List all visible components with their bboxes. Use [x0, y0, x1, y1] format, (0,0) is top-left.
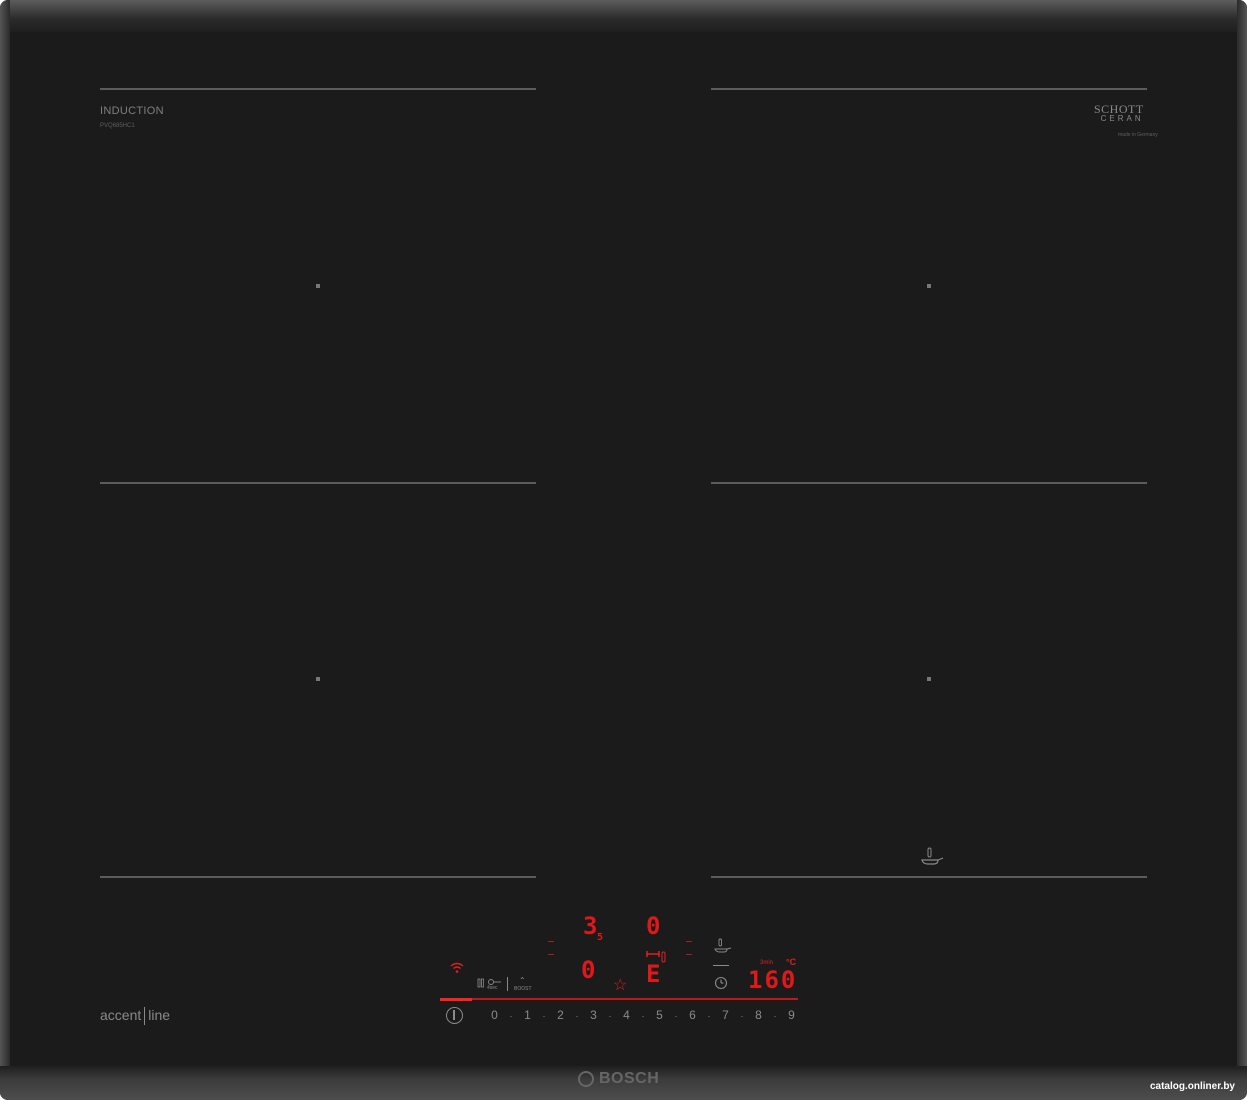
zone-select-right[interactable] — [686, 941, 692, 955]
power-level-0[interactable]: 0 — [484, 1008, 505, 1022]
frame-top — [0, 0, 1247, 32]
zone-display-bottom-left: 0 — [581, 956, 596, 984]
frying-sensor-icon — [920, 846, 944, 868]
series-separator — [144, 1007, 146, 1026]
series-logo: accent line — [100, 1007, 171, 1026]
child-lock-label: 4sec — [487, 985, 498, 991]
zone-display-top-right: 0 — [646, 912, 661, 940]
model-code: PVQ685HC1 — [100, 123, 135, 129]
temperature-display: 160 — [748, 966, 798, 994]
power-scale-dot: · — [674, 1011, 678, 1021]
schott-ceran-logo: SCHOTT CERAN — [1094, 102, 1144, 124]
power-level-3[interactable]: 3 — [583, 1008, 604, 1022]
power-scale-dot: · — [707, 1011, 711, 1021]
frying-sensor-button-icon[interactable] — [714, 938, 732, 956]
power-level-4[interactable]: 4 — [616, 1008, 637, 1022]
bosch-logo: BOSCH — [578, 1070, 659, 1088]
glass-origin: made in Germany — [1118, 132, 1158, 138]
power-level-6[interactable]: 6 — [682, 1008, 703, 1022]
zone-center-top-right — [927, 284, 931, 288]
zone-center-top-left — [316, 284, 320, 288]
panel-divider — [507, 977, 508, 991]
induction-label: INDUCTION — [100, 105, 164, 117]
induction-hob: INDUCTION PVQ685HC1 SCHOTT CERAN made in… — [0, 0, 1247, 1100]
zone-line-mid-left — [100, 482, 536, 484]
power-scale-dot: · — [740, 1011, 744, 1021]
power-level-8[interactable]: 8 — [748, 1008, 769, 1022]
zone-center-bottom-right — [927, 677, 931, 681]
power-level-5[interactable]: 5 — [649, 1008, 670, 1022]
power-level-9[interactable]: 9 — [781, 1008, 802, 1022]
slider-highlight — [440, 998, 472, 1001]
sensor-divider — [713, 965, 729, 966]
boost-icon[interactable]: ⌃ — [519, 976, 526, 985]
schott-text: SCHOTT — [1094, 102, 1144, 116]
watermark: catalog.onliner.by — [1149, 1081, 1235, 1092]
zone-select-left[interactable] — [548, 941, 554, 955]
power-scale-dot: · — [641, 1011, 645, 1021]
series-part-1: accent — [100, 1007, 142, 1023]
power-level-1[interactable]: 1 — [517, 1008, 538, 1022]
power-level-2[interactable]: 2 — [550, 1008, 571, 1022]
slider-track[interactable] — [440, 998, 798, 1000]
zone-line-mid-right — [711, 482, 1147, 484]
wifi-icon[interactable] — [450, 960, 464, 978]
boost-label: BOOST — [514, 986, 532, 992]
ceran-text: CERAN — [1100, 114, 1144, 123]
power-scale[interactable]: 0 · 1 · 2 · 3 · 4 · 5 · 6 · 7 · 8 · 9 — [484, 1008, 802, 1022]
zone-line-bottom-left — [100, 876, 536, 878]
frame-right — [1237, 0, 1247, 1100]
clock-icon[interactable] — [714, 976, 728, 992]
series-part-2: line — [148, 1007, 171, 1023]
bosch-logo-icon — [578, 1070, 594, 1087]
zone-line-bottom-right — [711, 876, 1147, 878]
frame-left — [0, 0, 10, 1100]
zone-display-top-left: 3 — [583, 912, 598, 940]
zone-center-bottom-left — [316, 677, 320, 681]
power-scale-dot: · — [542, 1011, 546, 1021]
power-icon[interactable] — [446, 1007, 463, 1024]
combi-zone-icon — [645, 950, 667, 969]
favourite-star-icon[interactable]: ☆ — [613, 975, 627, 995]
zone-display-top-left-decimal: 5 — [597, 932, 604, 943]
bosch-wordmark: BOSCH — [599, 1070, 660, 1087]
power-scale-dot: · — [773, 1011, 777, 1021]
zone-line-top-right — [711, 88, 1147, 90]
power-scale-dot: · — [575, 1011, 579, 1021]
zone-line-top-left — [100, 88, 536, 90]
power-scale-dot: · — [509, 1011, 513, 1021]
power-scale-dot: · — [608, 1011, 612, 1021]
power-level-7[interactable]: 7 — [715, 1008, 736, 1022]
